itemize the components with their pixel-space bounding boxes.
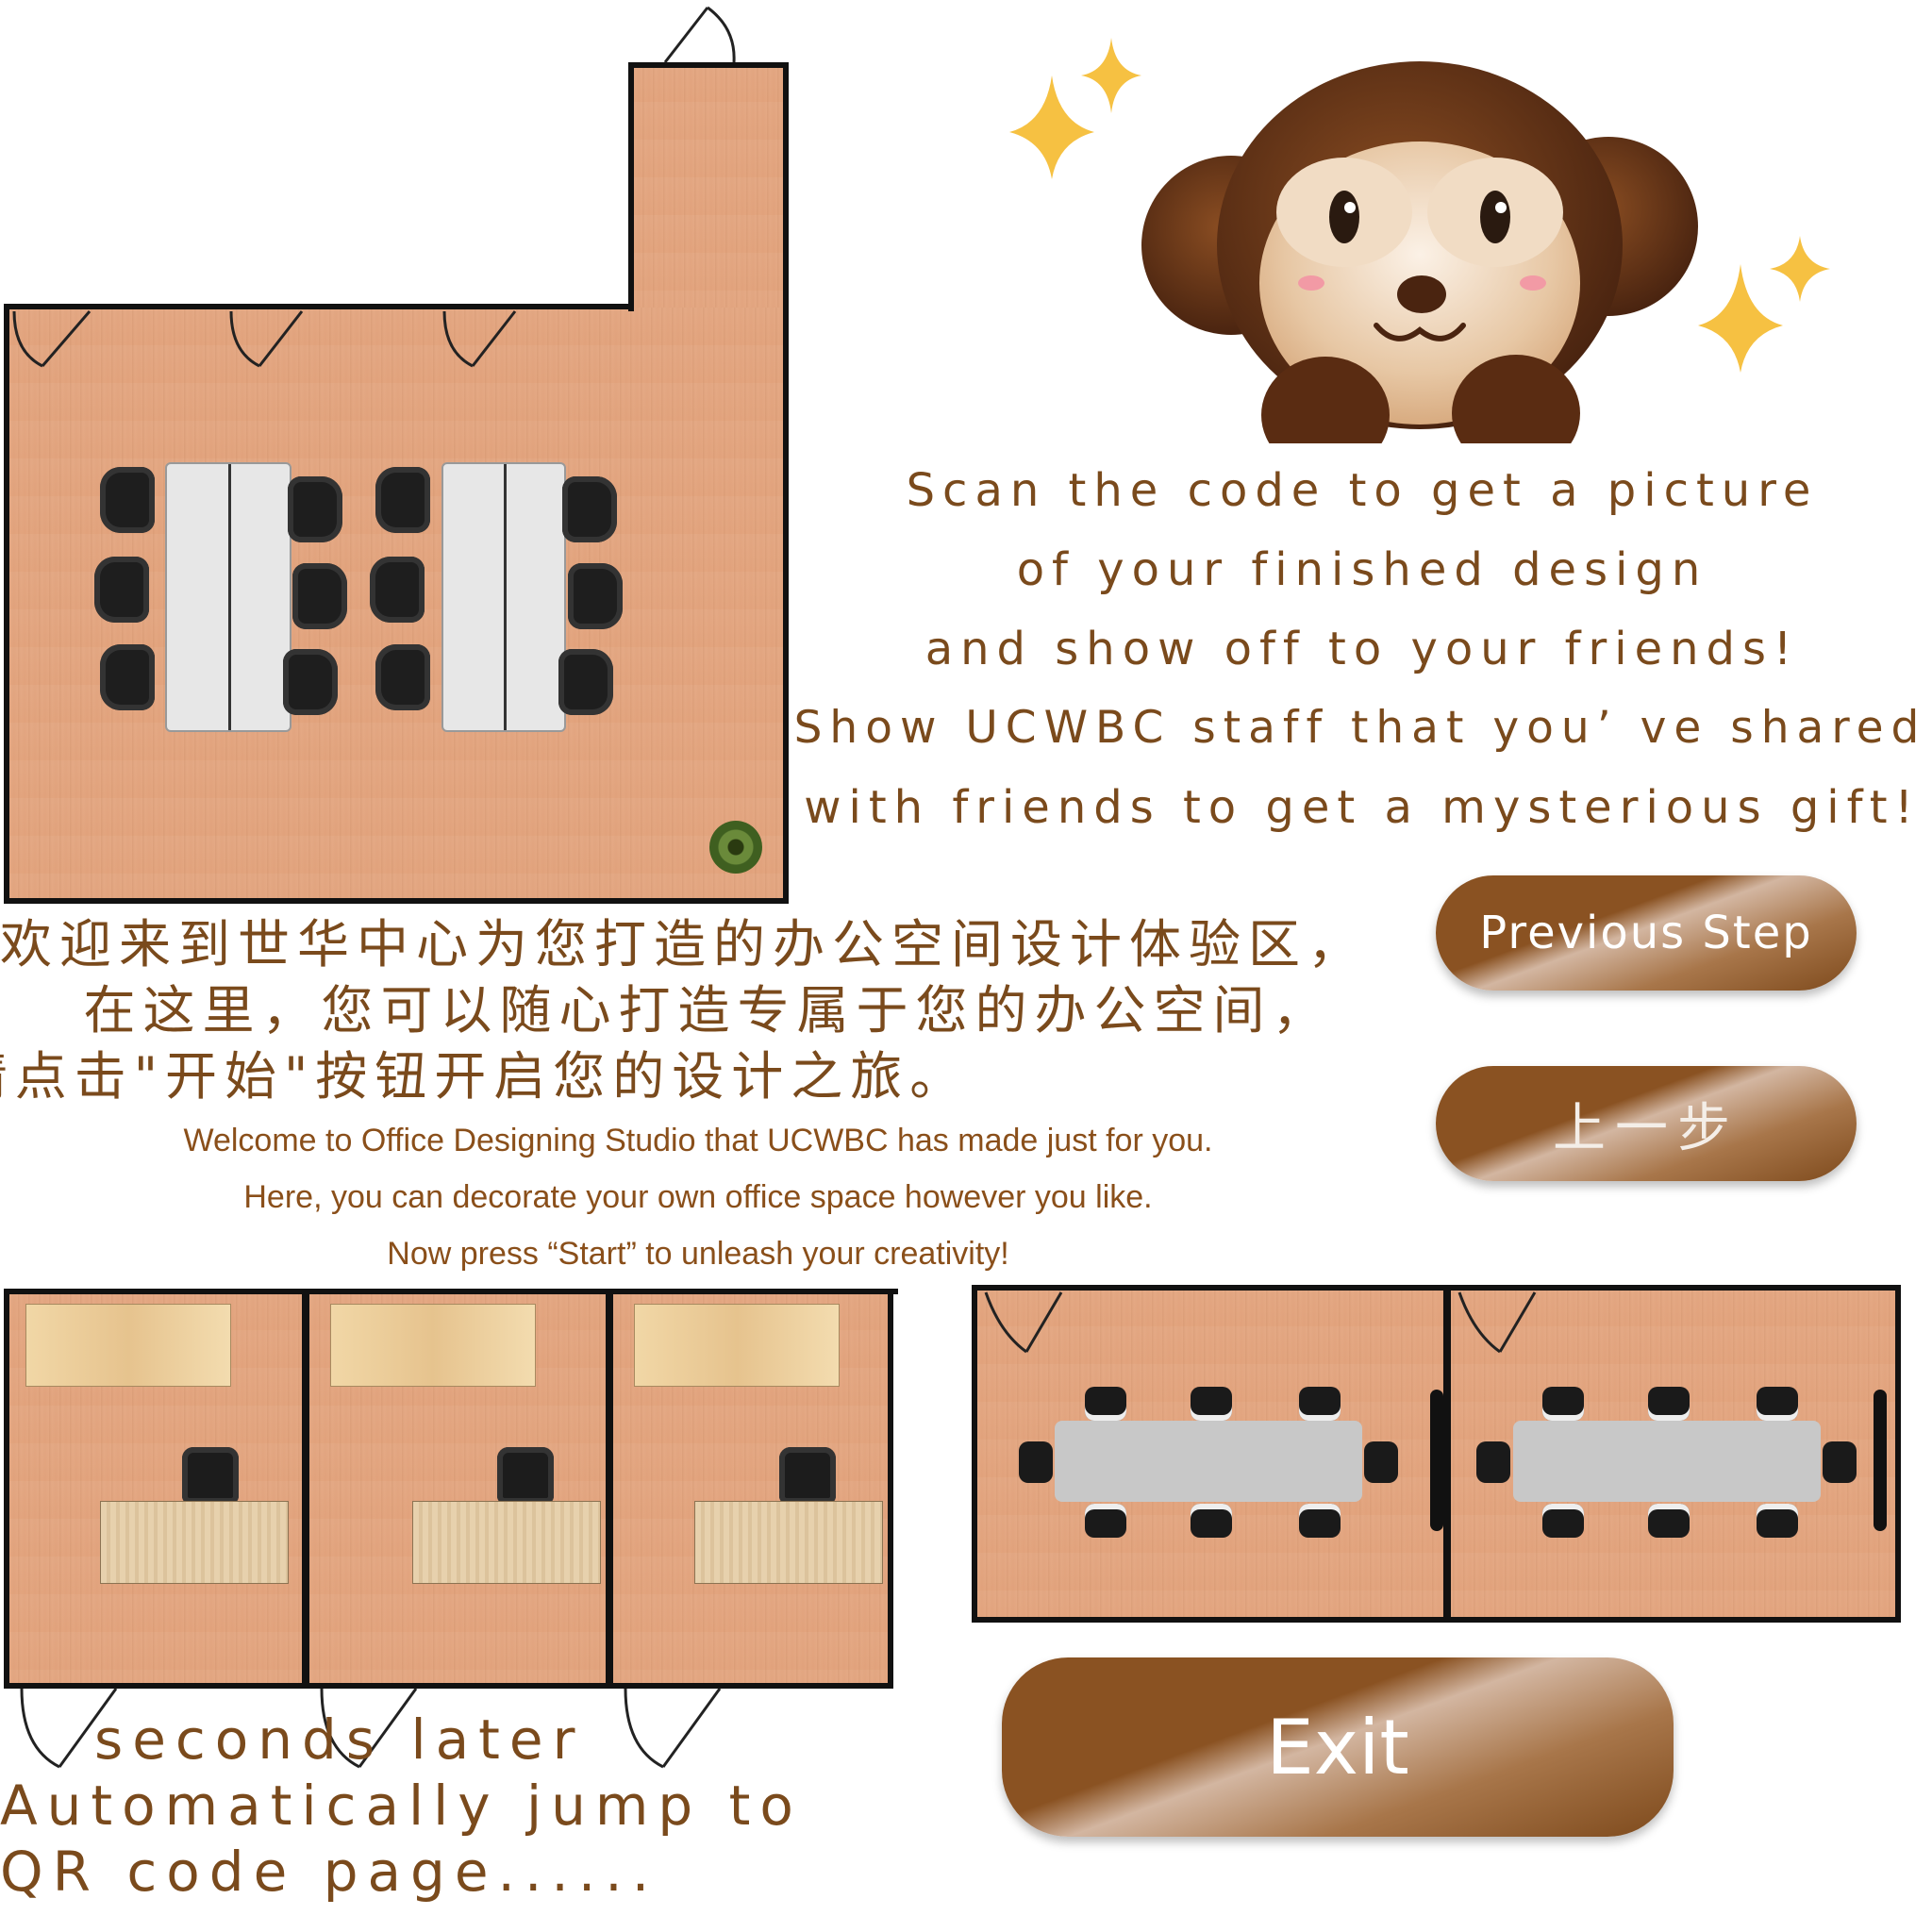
chair-icon	[1648, 1387, 1690, 1421]
chair-icon	[182, 1447, 239, 1504]
workstation-table	[165, 462, 291, 732]
exit-button[interactable]: Exit	[1002, 1657, 1674, 1837]
chair-icon	[370, 557, 425, 623]
chair-icon	[1085, 1504, 1126, 1538]
tv-screen	[1430, 1390, 1443, 1531]
chair-icon	[558, 649, 613, 715]
door-icon	[442, 310, 517, 368]
door-icon	[984, 1291, 1063, 1354]
chair-icon	[568, 563, 623, 629]
chair-icon	[1191, 1387, 1232, 1421]
chair-icon	[1823, 1441, 1857, 1483]
meeting-table	[1513, 1421, 1821, 1502]
floor-wood	[632, 64, 783, 308]
previous-step-cn-button[interactable]: 上一步	[1436, 1066, 1857, 1181]
door-icon	[624, 1688, 722, 1769]
chair-icon	[375, 467, 430, 533]
scan-message-line: Show UCWBC staff that you’ ve shared	[793, 702, 1927, 754]
floor-plan-meeting-rooms	[972, 1281, 1901, 1625]
welcome-en-line: Welcome to Office Designing Studio that …	[183, 1123, 1213, 1158]
door-icon	[12, 310, 92, 368]
door-icon	[1457, 1291, 1537, 1354]
chair-icon	[1757, 1504, 1798, 1538]
door-icon	[663, 6, 736, 63]
chair-icon	[1299, 1504, 1341, 1538]
door-icon	[229, 310, 304, 368]
chair-icon	[288, 476, 342, 542]
cabinet	[330, 1304, 536, 1387]
chair-icon	[375, 644, 430, 710]
workstation-table	[441, 462, 566, 732]
chair-icon	[1542, 1387, 1584, 1421]
chair-icon	[1476, 1441, 1510, 1483]
chair-icon	[94, 557, 149, 623]
cabinet	[25, 1304, 231, 1387]
cabinet	[634, 1304, 840, 1387]
chair-icon	[1085, 1387, 1126, 1421]
chair-icon	[1542, 1504, 1584, 1538]
sparkle-icon	[1009, 38, 1141, 179]
countdown-line: Automatically jump to	[0, 1774, 803, 1838]
chair-icon	[497, 1447, 554, 1504]
countdown-line: QR code page......	[0, 1840, 659, 1904]
scan-message-line: Scan the code to get a picture	[906, 464, 1819, 517]
desk	[694, 1501, 883, 1584]
floor-plan-open-office	[0, 0, 797, 906]
tv-screen	[1874, 1390, 1887, 1531]
welcome-cn-line: 请点击"开始"按钮开启您的设计之旅。	[0, 1046, 970, 1107]
scan-message-line: and show off to your friends!	[924, 623, 1800, 675]
chair-icon	[1019, 1441, 1053, 1483]
welcome-en-line: Here, you can decorate your own office s…	[243, 1179, 1153, 1215]
scan-message-line: of your finished design	[1016, 543, 1708, 596]
welcome-cn-line: 欢迎来到世华中心为您打造的办公空间设计体验区，	[0, 914, 1368, 974]
chair-icon	[1648, 1504, 1690, 1538]
sparkle-icon	[1698, 236, 1830, 373]
countdown-line: seconds later	[94, 1707, 585, 1772]
desk	[412, 1501, 601, 1584]
chair-icon	[562, 476, 617, 542]
chair-icon	[1757, 1387, 1798, 1421]
chair-icon	[1299, 1387, 1341, 1421]
plant-icon	[709, 821, 762, 874]
chair-icon	[779, 1447, 836, 1504]
meeting-table	[1055, 1421, 1362, 1502]
chair-icon	[100, 644, 155, 710]
chair-icon	[283, 649, 338, 715]
floor-plan-private-offices	[0, 1281, 898, 1769]
welcome-en-line: Now press “Start” to unleash your creati…	[387, 1236, 1009, 1272]
chair-icon	[1191, 1504, 1232, 1538]
chair-icon	[292, 563, 347, 629]
previous-step-button[interactable]: Previous Step	[1436, 875, 1857, 991]
chair-icon	[1364, 1441, 1398, 1483]
desk	[100, 1501, 289, 1584]
welcome-cn-line: 在这里，您可以随心打造专属于您的办公空间，	[83, 980, 1332, 1041]
scan-message-line: with friends to get a mysterious gift!	[804, 781, 1921, 834]
chair-icon	[100, 467, 155, 533]
monkey-mascot-icon	[1141, 61, 1698, 443]
